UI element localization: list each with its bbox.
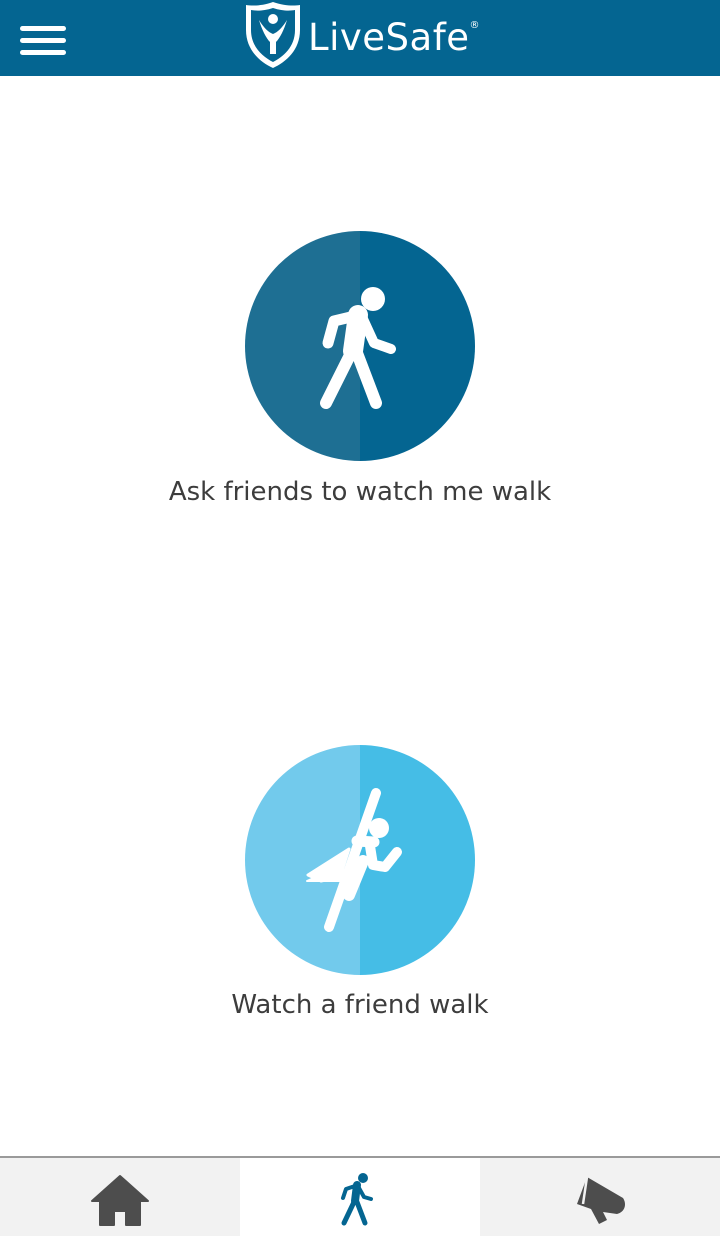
home-icon [91,1175,149,1226]
nav-safewalk[interactable] [240,1158,480,1236]
hamburger-menu-icon-bar [20,38,66,43]
safewalk-screen: LiveSafe ® Ask friends to watch me walk [0,0,720,1236]
app-header: LiveSafe ® [0,0,720,76]
megaphone-icon [577,1176,625,1224]
hamburger-menu-icon-bar [20,26,66,31]
watch-friend-walk-label[interactable]: Watch a friend walk [0,990,720,1020]
livesafe-shield-logo-icon [246,2,300,68]
flying-hero-icon [306,788,402,932]
nav-report[interactable] [480,1158,720,1236]
bottom-navigation [0,1156,720,1236]
nav-home[interactable] [0,1158,240,1236]
ask-friends-watch-button[interactable] [245,231,475,461]
registered-mark: ® [469,20,480,31]
watch-friend-walk-button[interactable] [245,745,475,975]
hamburger-menu-icon-bar [20,50,66,55]
menu-button[interactable] [18,20,68,60]
app-name: LiveSafe [308,15,470,59]
ask-friends-watch-label[interactable]: Ask friends to watch me walk [0,477,720,507]
walking-person-icon [341,1173,373,1226]
app-logo: LiveSafe ® [244,0,480,70]
walking-person-icon [320,287,396,409]
